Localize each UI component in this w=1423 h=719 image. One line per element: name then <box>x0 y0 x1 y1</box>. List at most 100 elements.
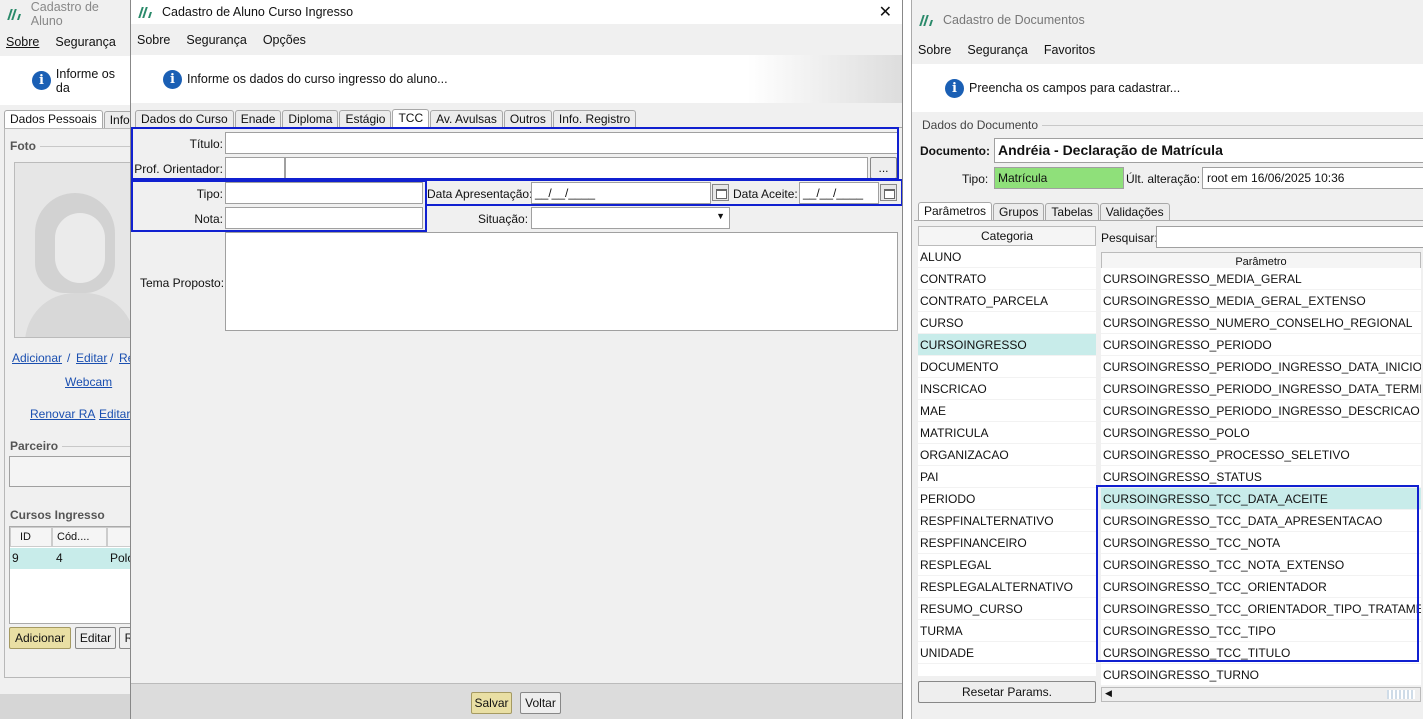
middle-window-title: Cadastro de Aluno Curso Ingresso <box>162 5 354 19</box>
dados-documento-label: Dados do Documento <box>922 118 1039 132</box>
middle-footer <box>131 683 902 719</box>
tab-outros[interactable]: Outros <box>503 110 552 128</box>
tab-info-registro[interactable]: Info. Registro <box>552 110 637 128</box>
documentos-window: Cadastro de Documentos Sobre Segurança F… <box>911 0 1423 719</box>
list-item[interactable]: CURSO <box>918 312 1096 334</box>
menu-seguranca[interactable]: Segurança <box>967 43 1027 57</box>
list-item[interactable]: PERIODO <box>918 488 1096 510</box>
table-cell-id: 9 <box>12 551 19 565</box>
adicionar-foto-link[interactable]: Adicionar <box>12 351 62 365</box>
photo-placeholder <box>14 162 132 338</box>
tab-estagio[interactable]: Estágio <box>339 110 392 128</box>
scrollbar-thumb[interactable] <box>1387 690 1415 699</box>
menu-opcoes[interactable]: Opções <box>263 33 306 47</box>
right-window-title: Cadastro de Documentos <box>943 13 1085 27</box>
menu-sobre[interactable]: Sobre <box>918 43 951 57</box>
resetar-params-button[interactable]: Resetar Params. <box>918 681 1096 703</box>
list-item[interactable]: CURSOINGRESSO_POLO <box>1101 422 1421 444</box>
left-titlebar: Cadastro de Aluno <box>0 0 132 28</box>
renovar-ra-link[interactable]: Renovar RA <box>30 407 95 421</box>
app-logo-icon <box>919 14 934 26</box>
list-item[interactable]: CURSOINGRESSO_NUMERO_CONSELHO_REGIONAL <box>1101 312 1421 334</box>
left-tabs: Dados Pessoais Info. <box>4 110 132 129</box>
list-item[interactable]: RESPLEGAL <box>918 554 1096 576</box>
right-info-text: Preencha os campos para cadastrar... <box>969 81 1181 95</box>
list-item[interactable]: RESPLEGALALTERNATIVO <box>918 576 1096 598</box>
right-titlebar: Cadastro de Documentos <box>912 6 1423 34</box>
table-row[interactable]: 9 4 Polo <box>10 548 132 569</box>
tab-grupos[interactable]: Grupos <box>993 203 1045 221</box>
adicionar-curso-button[interactable]: Adicionar <box>9 627 71 649</box>
horizontal-scrollbar[interactable]: ◀ <box>1101 687 1421 702</box>
list-item[interactable]: TURMA <box>918 620 1096 642</box>
table-header-cod[interactable]: Cód.... <box>52 527 107 547</box>
tab-tabelas[interactable]: Tabelas <box>1045 203 1099 221</box>
list-item[interactable]: CURSOINGRESSO_PERIODO_INGRESSO_DATA_INIC… <box>1101 356 1421 378</box>
parceiro-field[interactable] <box>9 456 132 487</box>
menu-seguranca[interactable]: Segurança <box>55 35 115 49</box>
tab-tcc[interactable]: TCC <box>392 109 430 128</box>
editar-foto-link[interactable]: Editar <box>76 351 107 365</box>
categoria-header[interactable]: Categoria <box>918 226 1096 246</box>
table-header-id[interactable]: ID <box>10 527 52 547</box>
table-cell-cod: 4 <box>56 551 63 565</box>
list-item[interactable]: CURSOINGRESSO_MEDIA_GERAL_EXTENSO <box>1101 290 1421 312</box>
tab-dados-do-curso[interactable]: Dados do Curso <box>135 110 234 128</box>
webcam-link[interactable]: Webcam <box>65 375 112 389</box>
list-item[interactable]: CURSOINGRESSO_PROCESSO_SELETIVO <box>1101 444 1421 466</box>
left-info-text: Informe os da <box>55 66 115 95</box>
tipo-documento-select[interactable]: Matrícula <box>994 167 1124 189</box>
tema-label: Tema Proposto: <box>140 276 225 290</box>
documento-input[interactable]: Andréia - Declaração de Matrícula <box>994 138 1423 163</box>
menu-seguranca[interactable]: Segurança <box>186 33 246 47</box>
list-item[interactable]: INSCRICAO <box>918 378 1096 400</box>
tab-av-avulsas[interactable]: Av. Avulsas <box>430 110 503 128</box>
table-header-polo[interactable] <box>107 527 132 547</box>
list-item[interactable]: CURSOINGRESSO <box>918 334 1096 356</box>
foto-divider <box>40 146 132 147</box>
list-item[interactable]: PAI <box>918 466 1096 488</box>
salvar-button[interactable]: Salvar <box>471 692 512 714</box>
voltar-button[interactable]: Voltar <box>520 692 561 714</box>
menu-favoritos[interactable]: Favoritos <box>1044 43 1095 57</box>
tab-diploma[interactable]: Diploma <box>282 110 339 128</box>
situacao-select[interactable]: ▼ <box>531 207 730 229</box>
list-item[interactable]: CURSOINGRESSO_PERIODO <box>1101 334 1421 356</box>
list-item[interactable]: RESUMO_CURSO <box>918 598 1096 620</box>
app-logo-icon <box>7 8 22 20</box>
list-item[interactable]: CURSOINGRESSO_TURNO <box>1101 664 1421 686</box>
list-item[interactable]: DOCUMENTO <box>918 356 1096 378</box>
list-item[interactable]: CONTRATO <box>918 268 1096 290</box>
list-item[interactable]: MATRICULA <box>918 422 1096 444</box>
list-item[interactable]: ALUNO <box>918 246 1096 268</box>
editar-curso-button[interactable]: Editar <box>75 627 116 649</box>
menu-sobre[interactable]: Sobre <box>137 33 170 47</box>
right-info-bar: i Preencha os campos para cadastrar... <box>912 64 1423 112</box>
list-item[interactable]: RESPFINANCEIRO <box>918 532 1096 554</box>
tab-enade[interactable]: Enade <box>234 110 282 128</box>
scroll-left-icon[interactable]: ◀ <box>1105 688 1112 699</box>
highlight-box-tipo-nota <box>131 180 427 232</box>
close-icon[interactable]: ✕ <box>879 2 892 22</box>
list-item[interactable]: ORGANIZACAO <box>918 444 1096 466</box>
list-item[interactable]: CURSOINGRESSO_PERIODO_INGRESSO_DATA_TERM… <box>1101 378 1421 400</box>
tab-info[interactable]: Info. <box>103 111 132 129</box>
pesquisar-input[interactable] <box>1156 226 1423 248</box>
editar-ra-link[interactable]: Editar <box>99 407 130 421</box>
tab-parametros[interactable]: Parâmetros <box>918 202 993 221</box>
info-icon: i <box>945 78 964 98</box>
list-item[interactable]: CONTRATO_PARCELA <box>918 290 1096 312</box>
list-item[interactable]: UNIDADE <box>918 642 1096 664</box>
tipo-label: Tipo: <box>962 172 989 186</box>
list-item[interactable]: RESPFINALTERNATIVO <box>918 510 1096 532</box>
list-item[interactable]: MAE <box>918 400 1096 422</box>
tema-textarea[interactable] <box>225 232 898 331</box>
table-cell-polo: Polo <box>110 551 132 565</box>
list-item[interactable]: CURSOINGRESSO_PERIODO_INGRESSO_DESCRICAO <box>1101 400 1421 422</box>
tab-dados-pessoais[interactable]: Dados Pessoais <box>4 110 103 129</box>
highlight-box-tcc-params <box>1096 485 1419 662</box>
menu-sobre[interactable]: Sobre <box>6 35 39 49</box>
list-item[interactable]: CURSOINGRESSO_MEDIA_GERAL <box>1101 268 1421 290</box>
dados-divider <box>1042 125 1423 126</box>
tab-validacoes[interactable]: Validações <box>1099 203 1170 221</box>
